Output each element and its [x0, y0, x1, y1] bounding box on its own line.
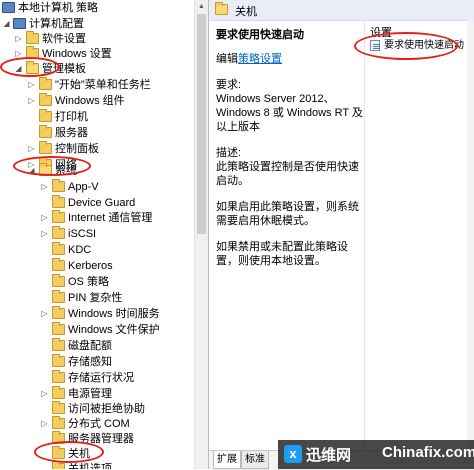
- monitor-icon: [13, 18, 26, 29]
- folder-icon: [52, 386, 65, 399]
- description-label: 描述:: [216, 147, 242, 159]
- expand-arrow-icon[interactable]: ▷: [14, 46, 23, 62]
- folder-icon: [39, 125, 52, 138]
- collapse-arrow-icon[interactable]: ◢: [2, 16, 11, 32]
- policy-detail-pane: 关机 要求使用快速启动 编辑策略设置 要求: Windows Server 20…: [208, 0, 474, 470]
- folder-icon: [52, 338, 65, 351]
- requirements-label: 要求:: [216, 79, 242, 91]
- folder-open-icon: [39, 163, 52, 176]
- folder-icon: [52, 179, 65, 192]
- folder-icon: [39, 141, 52, 154]
- folder-icon: [26, 46, 39, 59]
- folder-icon: [52, 210, 65, 223]
- description-text: 此策略设置控制是否使用快速启动。: [216, 161, 359, 187]
- expand-arrow-icon[interactable]: ▷: [27, 77, 36, 93]
- collapse-arrow-icon[interactable]: ◢: [27, 163, 36, 179]
- folder-icon: [39, 109, 52, 122]
- folder-icon: [52, 370, 65, 383]
- tab-standard[interactable]: 标准: [241, 451, 269, 469]
- monitor-icon: [2, 2, 15, 13]
- folder-icon: [52, 306, 65, 319]
- settings-list: 设置 要求使用快速启动: [366, 20, 474, 450]
- folder-icon: [52, 274, 65, 287]
- folder-icon: [39, 77, 52, 90]
- folder-icon: [52, 226, 65, 239]
- scroll-up-icon[interactable]: ▲: [195, 0, 208, 13]
- collapse-arrow-icon[interactable]: ◢: [14, 61, 23, 77]
- folder-icon: [52, 446, 65, 459]
- policy-tree: 本地计算机 策略 ◢ 计算机配置 ▷ 软件设置 ▷ Windows 设置 ◢ 管…: [0, 0, 208, 469]
- folder-icon: [52, 322, 65, 335]
- folder-icon: [39, 93, 52, 106]
- folder-icon: [52, 401, 65, 414]
- folder-open-icon: [26, 61, 39, 74]
- folder-icon: [52, 290, 65, 303]
- tab-extended[interactable]: 扩展: [213, 451, 241, 469]
- policy-description: 要求使用快速启动 编辑策略设置 要求: Windows Server 2012、…: [216, 28, 364, 268]
- expand-arrow-icon[interactable]: ▷: [40, 416, 49, 432]
- expand-arrow-icon[interactable]: ▷: [27, 93, 36, 109]
- expand-arrow-icon[interactable]: ▷: [40, 386, 49, 402]
- edit-prefix: 编辑: [216, 53, 238, 65]
- detail-header-title: 关机: [235, 6, 257, 18]
- tree-scrollbar[interactable]: ▲: [194, 0, 208, 469]
- watermark-brand-en: Chinafix.com: [382, 444, 474, 461]
- folder-icon: [52, 431, 65, 444]
- expand-arrow-icon[interactable]: ▷: [40, 226, 49, 242]
- folder-icon: [52, 242, 65, 255]
- column-divider: [364, 20, 365, 450]
- folder-icon: [52, 416, 65, 429]
- expand-arrow-icon[interactable]: ▷: [40, 179, 49, 195]
- detail-header: 关机: [209, 0, 474, 21]
- watermark: x 迅维网 Chinafix.com: [278, 440, 474, 469]
- folder-icon: [52, 461, 65, 469]
- folder-icon: [26, 31, 39, 44]
- policy-title: 要求使用快速启动: [216, 29, 304, 41]
- enabled-text: 如果启用此策略设置，则系统需要启用休眠模式。: [216, 201, 359, 227]
- expand-arrow-icon[interactable]: ▷: [40, 306, 49, 322]
- scrollbar-thumb[interactable]: [197, 14, 206, 234]
- folder-icon: [52, 258, 65, 271]
- detail-scrollbar[interactable]: [467, 20, 474, 450]
- expand-arrow-icon[interactable]: ▷: [27, 141, 36, 157]
- policy-setting-icon: [370, 40, 380, 51]
- chinafix-logo-icon: x: [284, 445, 302, 463]
- disabled-text: 如果禁用或未配置此策略设置，则使用本地设置。: [216, 241, 348, 267]
- expand-arrow-icon[interactable]: ▷: [40, 210, 49, 226]
- folder-icon: [52, 354, 65, 367]
- expand-arrow-icon[interactable]: ▷: [14, 31, 23, 47]
- requirements-text: Windows Server 2012、Windows 8 或 Windows …: [216, 93, 363, 133]
- folder-icon: [52, 195, 65, 208]
- folder-open-icon: [215, 2, 228, 15]
- watermark-brand-cn: 迅维网: [306, 447, 352, 464]
- edit-policy-link[interactable]: 策略设置: [238, 53, 282, 65]
